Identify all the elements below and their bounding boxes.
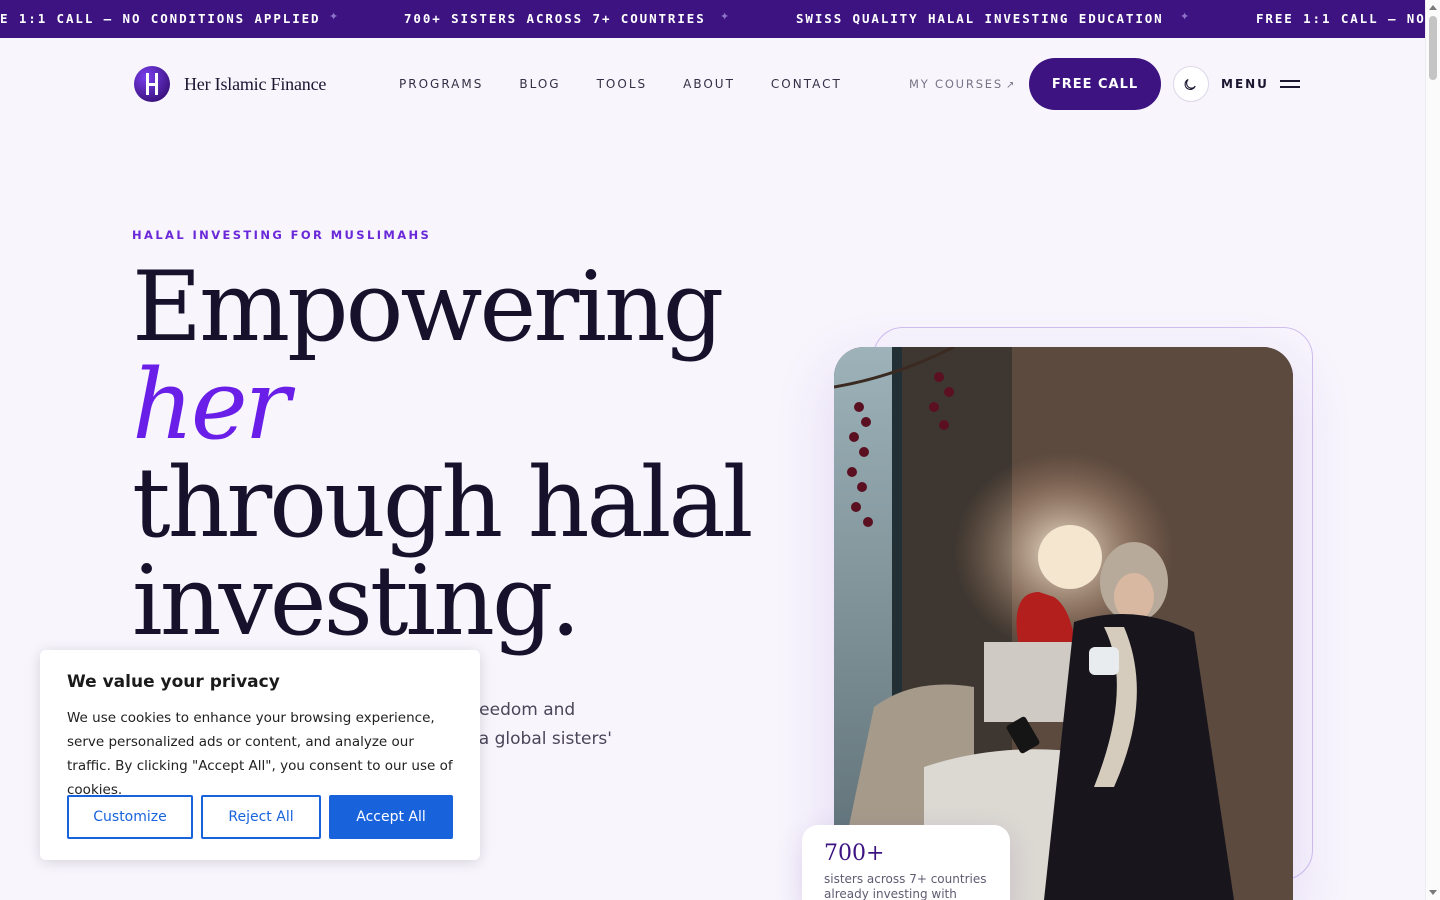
theme-toggle-button[interactable] — [1173, 66, 1209, 102]
cookie-reject-button[interactable]: Reject All — [201, 795, 321, 839]
cookie-title: We value your privacy — [67, 672, 280, 692]
nav-link-about[interactable]: ABOUT — [683, 77, 735, 91]
menu-button[interactable]: MENU — [1221, 77, 1300, 91]
page-scrollbar[interactable] — [1425, 0, 1440, 900]
announcement-ticker: E 1:1 CALL — NO CONDITIONS APPLIED ✦ 700… — [0, 0, 1425, 38]
my-courses-label: MY COURSES — [909, 77, 1003, 91]
nav-link-tools[interactable]: TOOLS — [597, 77, 648, 91]
hamburger-icon — [1279, 80, 1300, 88]
cookie-customize-button[interactable]: Customize — [67, 795, 193, 839]
hero-eyebrow: HALAL INVESTING FOR MUSLIMAHS — [132, 228, 432, 242]
cookie-accept-button[interactable]: Accept All — [329, 795, 453, 839]
headline-line-4: investing. — [132, 545, 581, 657]
site-header: Her Islamic Finance PROGRAMS BLOG TOOLS … — [0, 38, 1425, 130]
cookie-consent-banner: We value your privacy We use cookies to … — [40, 650, 480, 860]
external-arrow-icon: ↗ — [1005, 80, 1017, 91]
ticker-separator-icon: ✦ — [329, 11, 339, 23]
ticker-item: FREE 1:1 CALL — NO C — [1256, 11, 1425, 26]
logo-mark-icon — [134, 66, 170, 102]
menu-label: MENU — [1221, 77, 1269, 91]
scroll-thumb[interactable] — [1429, 16, 1437, 80]
headline-accent: her — [132, 349, 291, 461]
hero-photo-illustration — [834, 347, 1293, 900]
my-courses-link[interactable]: MY COURSES ↗ — [909, 77, 1016, 91]
ticker-item: 700+ SISTERS ACROSS 7+ COUNTRIES — [404, 11, 706, 26]
ticker-item: E 1:1 CALL — NO CONDITIONS APPLIED — [0, 11, 321, 26]
nav-link-blog[interactable]: BLOG — [519, 77, 560, 91]
moon-icon — [1184, 78, 1196, 90]
scroll-down-arrow-icon[interactable] — [1429, 890, 1437, 895]
logo-text: Her Islamic Finance — [184, 73, 327, 94]
main-nav: PROGRAMS BLOG TOOLS ABOUT CONTACT — [399, 77, 878, 91]
free-call-button[interactable]: FREE CALL — [1029, 58, 1161, 110]
ticker-separator-icon: ✦ — [720, 11, 730, 23]
stat-text: sisters across 7+ countries already inve… — [824, 872, 987, 900]
stat-card: 700+ sisters across 7+ countries already… — [802, 825, 1010, 900]
nav-link-contact[interactable]: CONTACT — [771, 77, 842, 91]
ticker-separator-icon: ✦ — [1180, 11, 1190, 23]
headline-line-3: through halal — [132, 447, 753, 559]
cookie-actions: Customize Reject All Accept All — [67, 795, 461, 839]
scroll-up-arrow-icon[interactable] — [1429, 5, 1437, 10]
logo-link[interactable]: Her Islamic Finance — [134, 66, 326, 102]
stat-number: 700+ — [824, 841, 885, 866]
hero-photo — [834, 347, 1293, 900]
headline-line-1: Empowering — [132, 251, 724, 363]
hero-headline: Empowering her through halal investing. — [132, 251, 753, 657]
ticker-item: SWISS QUALITY HALAL INVESTING EDUCATION — [796, 11, 1164, 26]
ticker-track: E 1:1 CALL — NO CONDITIONS APPLIED ✦ 700… — [0, 0, 1425, 38]
nav-link-programs[interactable]: PROGRAMS — [399, 77, 483, 91]
cookie-text: We use cookies to enhance your browsing … — [67, 710, 453, 798]
